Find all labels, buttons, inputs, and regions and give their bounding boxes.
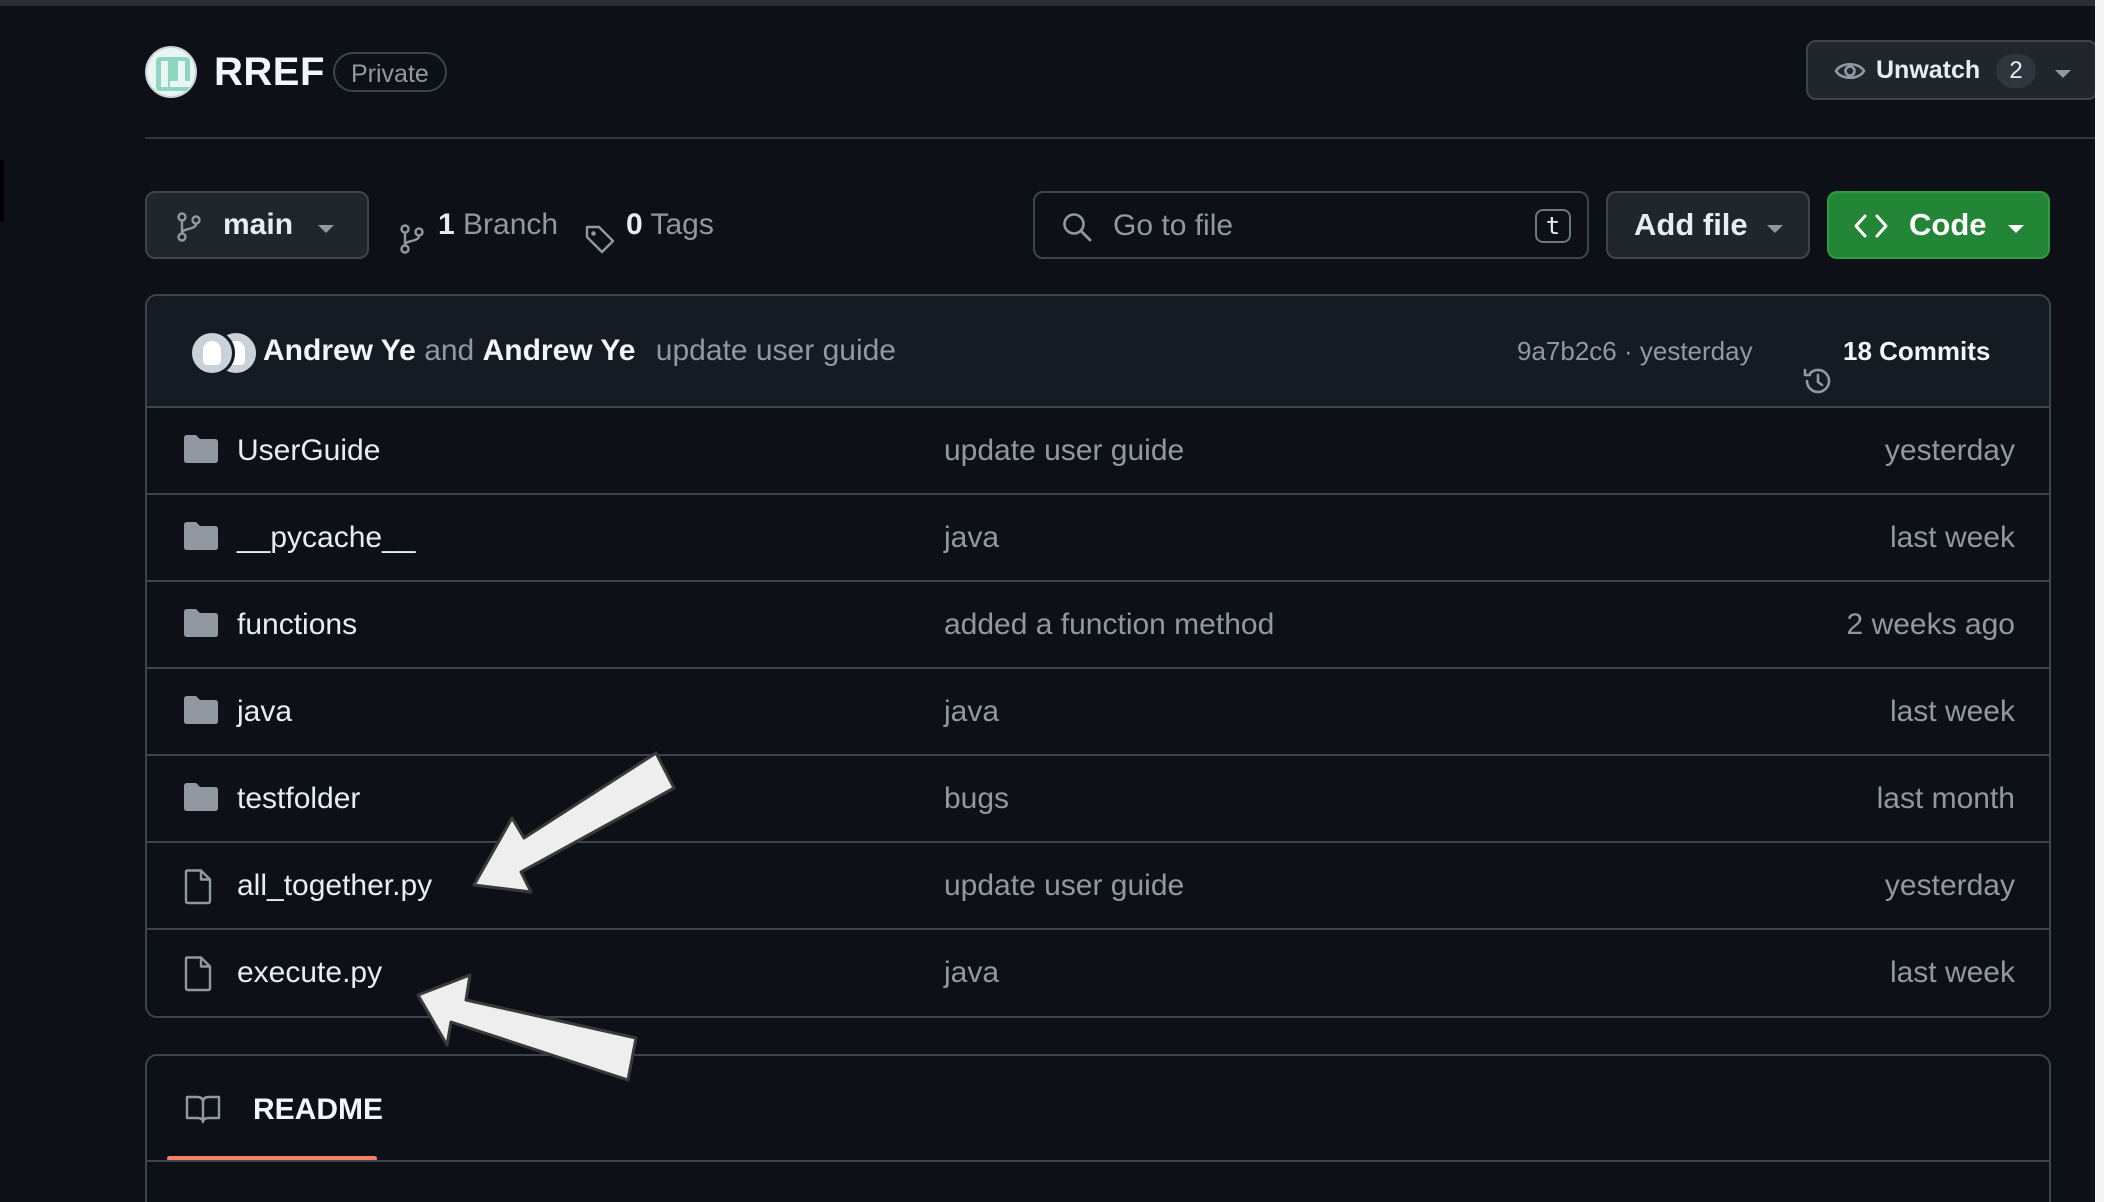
readme-tab[interactable]: README: [167, 1056, 383, 1160]
table-row[interactable]: UserGuide update user guide yesterday: [147, 408, 2049, 495]
code-button[interactable]: Code: [1827, 191, 2050, 259]
table-row[interactable]: __pycache__ java last week: [147, 495, 2049, 582]
file-commit-message[interactable]: java: [944, 669, 999, 754]
owner-logo-icon: [156, 57, 194, 91]
add-file-button[interactable]: Add file: [1606, 191, 1810, 259]
file-commit-message[interactable]: java: [944, 930, 999, 1015]
table-row[interactable]: testfolder bugs last month: [147, 756, 2049, 843]
go-to-file-input[interactable]: [1111, 201, 1515, 251]
file-commit-date: last week: [1889, 695, 2015, 728]
file-name-link[interactable]: UserGuide: [237, 408, 380, 493]
commit-author-link[interactable]: Andrew Ye: [483, 334, 636, 367]
chevron-down-icon: [1766, 221, 1784, 239]
branch-name: main: [223, 208, 294, 241]
top-edge: [0, 0, 2104, 6]
go-to-file-search[interactable]: t: [1033, 191, 1589, 259]
file-commit-date: last week: [1889, 956, 2015, 989]
file-name-link[interactable]: all_together.py: [237, 843, 432, 928]
right-edge: [2095, 0, 2104, 1202]
visibility-badge: Private: [333, 52, 447, 92]
keyboard-shortcut-hint: t: [1535, 209, 1571, 243]
git-branch-icon: [398, 211, 426, 279]
code-icon: [1853, 213, 1889, 244]
file-commit-date: yesterday: [1884, 434, 2015, 467]
branches-label: Branch: [463, 208, 559, 241]
folder-icon: [183, 608, 219, 643]
file-commit-message[interactable]: update user guide: [944, 843, 1184, 928]
file-icon: [183, 956, 213, 997]
folder-icon: [183, 695, 219, 730]
tags-count: 0: [626, 208, 643, 241]
branch-selector[interactable]: main: [145, 191, 369, 259]
watchers-count: 2: [1996, 54, 2036, 88]
search-icon: [1061, 211, 1093, 248]
unwatch-button[interactable]: Unwatch 2: [1806, 40, 2098, 100]
file-name-link[interactable]: __pycache__: [237, 495, 415, 580]
header-divider: [145, 137, 2104, 139]
file-commit-message[interactable]: java: [944, 495, 999, 580]
avatar: [189, 330, 235, 376]
unwatch-label: Unwatch: [1876, 56, 1981, 84]
file-name-link[interactable]: execute.py: [237, 930, 382, 1015]
readme-tab-label: README: [253, 1093, 384, 1126]
file-browser: Andrew Ye and Andrew Ye update user guid…: [145, 294, 2051, 1018]
commit-summary: Andrew Ye and Andrew Ye update user guid…: [263, 296, 896, 406]
git-branch-icon: [175, 212, 203, 247]
eye-icon: [1834, 57, 1866, 90]
branches-count: 1: [438, 208, 455, 241]
file-name-link[interactable]: java: [237, 669, 292, 754]
file-commit-date: 2 weeks ago: [1846, 608, 2015, 641]
table-row[interactable]: execute.py java last week: [147, 930, 2049, 1016]
commits-count-label: 18 Commits: [1843, 336, 1991, 366]
file-commit-message[interactable]: added a function method: [944, 582, 1274, 667]
file-commit-message[interactable]: update user guide: [944, 408, 1184, 493]
folder-icon: [183, 782, 219, 817]
readme-divider: [147, 1160, 2049, 1162]
commit-author-conjunction: and: [424, 334, 475, 367]
file-name-link[interactable]: functions: [237, 582, 357, 667]
file-name-link[interactable]: testfolder: [237, 756, 360, 841]
folder-icon: [183, 521, 219, 556]
file-commit-date: last week: [1889, 521, 2015, 554]
latest-commit-bar: Andrew Ye and Andrew Ye update user guid…: [147, 296, 2049, 408]
readme-panel: README: [145, 1054, 2051, 1202]
book-icon: [185, 1094, 221, 1129]
chevron-down-icon: [317, 221, 335, 239]
file-commit-date: last month: [1876, 782, 2015, 815]
folder-icon: [183, 434, 219, 469]
commit-hash-and-time[interactable]: 9a7b2c6 · yesterday: [1517, 296, 1753, 406]
code-label: Code: [1909, 207, 1987, 242]
repo-page: RREF Private Unwatch 2 main 1 Branch 0 T…: [0, 0, 2104, 1202]
file-commit-message[interactable]: bugs: [944, 756, 1009, 841]
table-row[interactable]: java java last week: [147, 669, 2049, 756]
file-commit-date: yesterday: [1884, 869, 2015, 902]
chevron-down-icon[interactable]: [2054, 66, 2072, 84]
add-file-label: Add file: [1634, 207, 1748, 242]
repo-name[interactable]: RREF: [214, 44, 325, 100]
table-row[interactable]: functions added a function method 2 week…: [147, 582, 2049, 669]
tag-icon: [584, 211, 616, 279]
repo-owner-avatar[interactable]: [145, 46, 197, 98]
commit-author-link[interactable]: Andrew Ye: [263, 334, 416, 367]
chevron-down-icon: [2007, 221, 2025, 239]
table-row[interactable]: all_together.py update user guide yester…: [147, 843, 2049, 930]
commit-message-link[interactable]: update user guide: [656, 334, 896, 367]
tags-label: Tags: [650, 208, 714, 241]
left-edge-mark: [0, 160, 4, 222]
file-icon: [183, 869, 213, 910]
commit-avatars[interactable]: [189, 330, 259, 376]
